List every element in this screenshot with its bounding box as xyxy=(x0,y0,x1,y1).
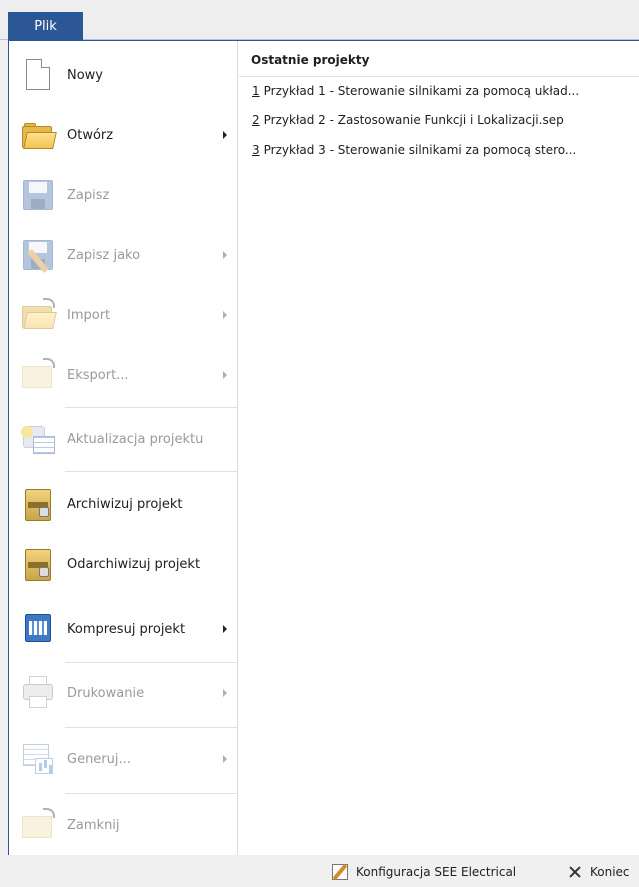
menu-item-label: Zapisz xyxy=(67,187,110,203)
menu-item-label: Drukowanie xyxy=(67,685,145,701)
menu-item-label: Otwórz xyxy=(67,127,114,143)
menu-item-update-project[interactable]: Aktualizacja projektu xyxy=(9,409,237,469)
exit-button[interactable]: Koniec xyxy=(566,861,630,883)
recent-project-item[interactable]: 3 Przykład 3 - Sterowanie silnikami za po… xyxy=(252,143,638,157)
menu-separator xyxy=(65,471,237,472)
recent-project-number: 2 xyxy=(252,113,260,127)
recent-project-label: Przykład 3 - Sterowanie silnikami za pom… xyxy=(263,143,577,157)
close-folder-icon xyxy=(21,808,55,842)
menu-separator xyxy=(65,793,237,794)
ribbon-top: Plik xyxy=(0,0,639,41)
import-folder-icon xyxy=(21,298,57,332)
menu-item-save-as[interactable]: Zapisz jako xyxy=(9,225,237,285)
menu-item-label: Import xyxy=(67,307,111,323)
menu-item-close[interactable]: Zamknij xyxy=(9,795,237,855)
menu-item-label: Eksport... xyxy=(67,367,129,383)
recent-projects-title: Ostatnie projekty xyxy=(251,53,370,67)
exit-x-icon xyxy=(566,863,584,881)
archive-icon xyxy=(21,487,55,521)
recent-project-number: 1 xyxy=(252,84,260,98)
submenu-arrow-icon xyxy=(223,689,227,697)
submenu-arrow-icon xyxy=(223,371,227,379)
file-menu: Nowy Otwórz Zapisz Zapisz jako Import Ek… xyxy=(8,40,639,855)
configuration-label: Konfiguracja SEE Electrical xyxy=(356,865,517,879)
new-document-icon xyxy=(21,58,55,92)
file-tab[interactable]: Plik xyxy=(8,12,83,41)
submenu-arrow-icon xyxy=(223,755,227,763)
menu-item-generate[interactable]: Generuj... xyxy=(9,729,237,789)
compress-icon xyxy=(21,612,55,646)
generate-icon xyxy=(21,742,55,776)
menu-item-save[interactable]: Zapisz xyxy=(9,165,237,225)
file-menu-commands: Nowy Otwórz Zapisz Zapisz jako Import Ek… xyxy=(9,41,238,855)
menu-separator xyxy=(65,407,237,408)
recent-project-label: Przykład 2 - Zastosowanie Funkcji i Loka… xyxy=(263,113,564,127)
menu-item-label: Nowy xyxy=(67,67,104,83)
submenu-arrow-icon xyxy=(223,131,227,139)
menu-separator xyxy=(65,727,237,728)
unarchive-icon xyxy=(21,547,55,581)
menu-item-label: Aktualizacja projektu xyxy=(67,431,204,447)
recent-project-label: Przykład 1 - Sterowanie silnikami za pom… xyxy=(263,84,580,98)
menu-item-label: Generuj... xyxy=(67,751,131,767)
open-folder-icon xyxy=(21,118,57,152)
menu-item-label: Zapisz jako xyxy=(67,247,141,263)
submenu-arrow-icon xyxy=(223,251,227,259)
save-as-icon xyxy=(21,238,55,273)
save-disk-icon xyxy=(21,178,55,212)
menu-item-unarchive-project[interactable]: Odarchiwizuj projekt xyxy=(9,534,237,594)
menu-item-print[interactable]: Drukowanie xyxy=(9,663,237,723)
submenu-arrow-icon xyxy=(223,625,227,633)
menu-item-new[interactable]: Nowy xyxy=(9,45,237,105)
menu-item-compress-project[interactable]: Kompresuj projekt xyxy=(9,599,237,659)
printer-icon xyxy=(21,676,55,710)
menu-item-import[interactable]: Import xyxy=(9,285,237,345)
submenu-arrow-icon xyxy=(223,311,227,319)
configuration-icon xyxy=(332,863,350,881)
recent-project-number: 3 xyxy=(252,143,260,157)
menu-item-open[interactable]: Otwórz xyxy=(9,105,237,165)
menu-item-label: Archiwizuj projekt xyxy=(67,496,183,512)
menu-item-archive-project[interactable]: Archiwizuj projekt xyxy=(9,474,237,534)
menu-item-label: Kompresuj projekt xyxy=(67,621,186,637)
update-project-icon xyxy=(21,422,55,456)
recent-projects-panel: Ostatnie projekty 1 Przykład 1 - Sterowan… xyxy=(239,41,639,855)
recent-project-item[interactable]: 1 Przykład 1 - Sterowanie silnikami za po… xyxy=(252,84,638,98)
exit-label: Koniec xyxy=(590,865,630,879)
recent-projects-divider xyxy=(239,76,639,77)
menu-item-label: Odarchiwizuj projekt xyxy=(67,556,201,572)
file-menu-footer: Konfiguracja SEE Electrical Koniec xyxy=(0,855,639,887)
configuration-button[interactable]: Konfiguracja SEE Electrical xyxy=(332,861,516,883)
menu-item-export[interactable]: Eksport... xyxy=(9,345,237,405)
export-folder-icon xyxy=(21,358,55,392)
recent-project-item[interactable]: 2 Przykład 2 - Zastosowanie Funkcji i Lok… xyxy=(252,113,638,127)
menu-item-label: Zamknij xyxy=(67,817,120,833)
